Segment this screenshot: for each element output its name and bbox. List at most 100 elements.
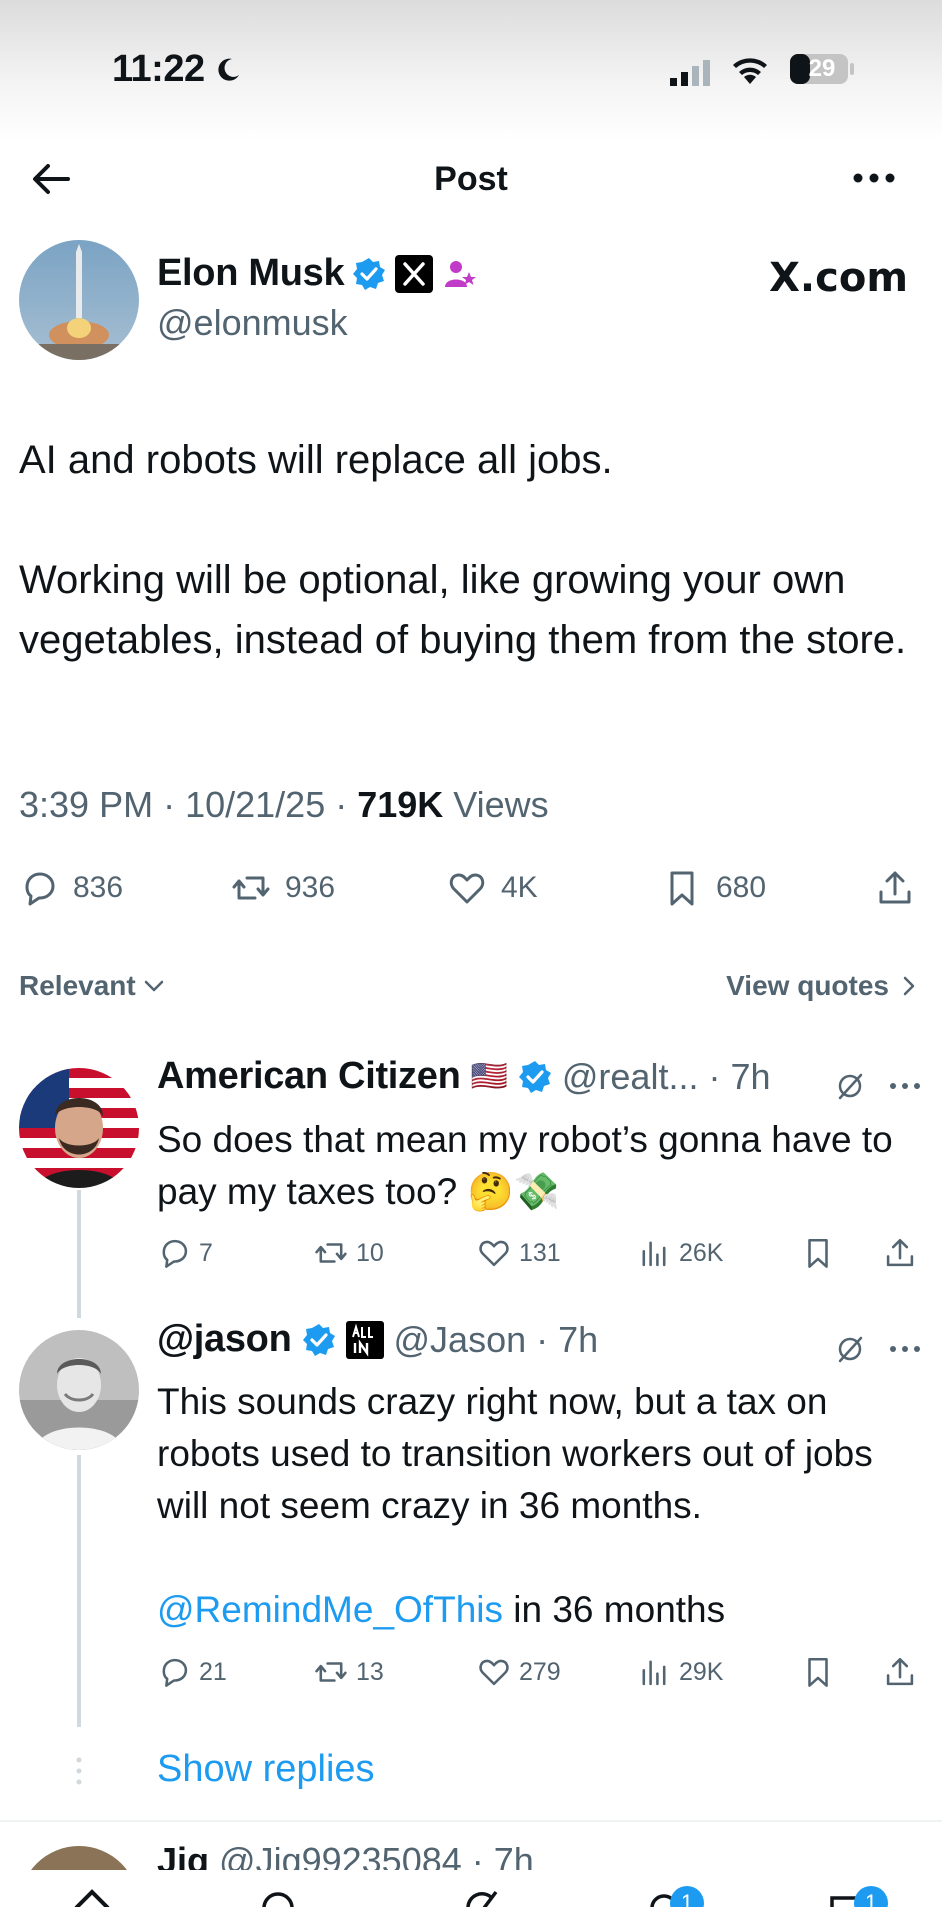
show-replies-link[interactable]: Show replies <box>157 1748 375 1791</box>
share-button[interactable] <box>883 1655 917 1689</box>
reply-header: American Citizen 🇺🇸 @realt... · 7h <box>157 1055 771 1098</box>
repost-count: 936 <box>285 871 336 904</box>
all-in-affiliation-icon <box>345 1320 384 1359</box>
reply-button[interactable]: 21 <box>157 1655 227 1689</box>
like-button[interactable]: 131 <box>477 1236 561 1270</box>
reply-mention-line: @RemindMe_OfThis in 36 months <box>157 1584 927 1636</box>
reply-actions: 21 13 279 29K <box>157 1655 927 1695</box>
page-title: Post <box>434 160 508 198</box>
views-chart-icon <box>642 1241 666 1267</box>
like-button[interactable]: 4K <box>447 868 538 908</box>
post-actions: 836 936 4K 680 <box>19 868 919 918</box>
reply-author-name[interactable]: American Citizen <box>157 1055 461 1098</box>
verified-badge-icon <box>518 1060 551 1093</box>
share-icon <box>879 871 911 904</box>
bookmark-icon <box>808 1238 828 1268</box>
battery-level: 29 <box>808 55 836 82</box>
top-bar: Post <box>0 140 942 230</box>
reply-icon <box>162 1658 188 1687</box>
repost-icon <box>232 876 270 900</box>
views-count[interactable]: 719K <box>357 784 443 825</box>
views-button[interactable]: 29K <box>637 1655 723 1689</box>
like-button[interactable]: 279 <box>477 1655 561 1689</box>
heart-icon <box>479 1240 509 1267</box>
view-quotes-link[interactable]: View quotes <box>726 970 919 1002</box>
post-paragraph: Working will be optional, like growing y… <box>19 558 907 662</box>
bookmark-button[interactable] <box>801 1236 835 1270</box>
post-date: 10/21/25 <box>185 784 326 825</box>
repost-count: 13 <box>356 1657 384 1686</box>
verified-badge-icon <box>302 1323 335 1356</box>
author-handle[interactable]: @elonmusk <box>157 302 348 344</box>
status-bar: 11:22 29 <box>0 0 942 140</box>
reply-header: @jason @Jason · 7h <box>157 1318 598 1361</box>
more-options-icon[interactable] <box>888 1344 922 1354</box>
heart-icon <box>449 873 485 904</box>
views-button[interactable]: 26K <box>637 1236 723 1270</box>
bookmark-count: 680 <box>716 871 767 904</box>
reply-time: 7h <box>558 1318 599 1360</box>
reply-button[interactable]: 7 <box>157 1236 213 1270</box>
reply-icon <box>25 872 55 906</box>
bookmark-button[interactable] <box>801 1655 835 1689</box>
grok-nav-icon[interactable] <box>462 1890 502 1907</box>
chevron-down-icon <box>144 980 163 992</box>
post-time: 3:39 PM <box>19 784 154 825</box>
bookmark-button[interactable]: 680 <box>662 868 766 908</box>
separator-dot: · <box>536 1318 549 1360</box>
grok-icon[interactable] <box>834 1333 866 1365</box>
wifi-icon <box>733 58 767 84</box>
profile-badge-icon <box>445 260 477 287</box>
reply-avatar[interactable] <box>19 1068 139 1188</box>
reply-count: 7 <box>199 1238 213 1267</box>
reply-author-name[interactable]: @jason <box>157 1318 292 1361</box>
reply-text: So does that mean my robot’s gonna have … <box>157 1119 893 1212</box>
affiliation-label[interactable]: X.com <box>769 255 908 301</box>
thread-dots-icon <box>76 1757 82 1785</box>
views-label: Views <box>453 784 549 825</box>
reply-author-handle[interactable]: @Jason <box>394 1319 527 1361</box>
author-name[interactable]: Elon Musk <box>157 252 345 295</box>
repost-icon <box>315 1243 347 1263</box>
bookmark-icon <box>670 871 694 906</box>
relevant-dropdown[interactable]: Relevant <box>19 970 166 1002</box>
repost-button[interactable]: 13 <box>314 1655 384 1689</box>
mention-link[interactable]: @RemindMe_OfThis <box>157 1589 503 1630</box>
like-count: 131 <box>519 1238 561 1267</box>
views-count: 29K <box>679 1657 724 1686</box>
like-count: 4K <box>501 871 538 904</box>
separator-dot: · <box>708 1055 721 1097</box>
share-button[interactable] <box>875 868 915 908</box>
x-affiliation-icon <box>395 254 434 293</box>
mention-suffix: in 36 months <box>503 1589 726 1630</box>
reply-text: This sounds crazy right now, but a tax o… <box>157 1376 927 1636</box>
more-options-icon[interactable] <box>888 1081 922 1091</box>
signal-icon <box>670 60 710 86</box>
flag-emoji: 🇺🇸 <box>470 1060 508 1093</box>
share-button[interactable] <box>883 1236 917 1270</box>
more-options-icon[interactable] <box>852 170 896 186</box>
home-icon[interactable] <box>70 1888 114 1907</box>
bookmark-icon <box>808 1657 828 1687</box>
reply-time: 7h <box>730 1055 771 1097</box>
heart-icon <box>479 1659 509 1686</box>
share-icon <box>886 1657 914 1686</box>
search-icon[interactable] <box>258 1892 298 1907</box>
grok-icon[interactable] <box>834 1070 866 1102</box>
view-quotes-label: View quotes <box>726 970 889 1001</box>
views-chart-icon <box>642 1660 666 1686</box>
bottom-nav <box>0 1870 942 1907</box>
share-icon <box>886 1238 914 1267</box>
author-name-row: Elon Musk <box>157 252 478 295</box>
sort-row: Relevant View quotes <box>19 970 919 1010</box>
author-avatar[interactable] <box>19 240 139 360</box>
reply-author-handle[interactable]: @realt... <box>562 1056 699 1098</box>
reply-actions: 7 10 131 26K <box>157 1236 927 1276</box>
views-count: 26K <box>679 1238 724 1267</box>
relevant-label: Relevant <box>19 970 136 1001</box>
repost-button[interactable]: 936 <box>231 868 335 908</box>
post-paragraph: AI and robots will replace all jobs. <box>19 438 613 482</box>
reply-button[interactable]: 836 <box>19 868 123 908</box>
repost-button[interactable]: 10 <box>314 1236 384 1270</box>
reply-avatar[interactable] <box>19 1330 139 1450</box>
